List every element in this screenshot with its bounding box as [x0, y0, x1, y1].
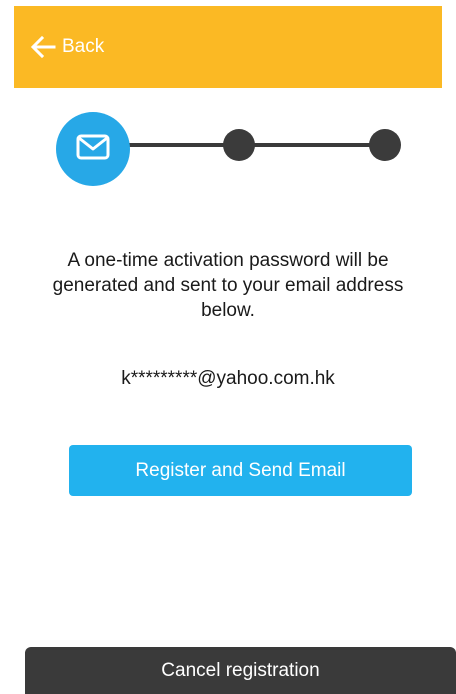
- arrow-left-icon: [30, 34, 56, 60]
- envelope-icon: [76, 134, 110, 165]
- cancel-registration-button[interactable]: Cancel registration: [25, 647, 456, 694]
- step-1-active: [56, 112, 130, 186]
- back-button[interactable]: Back: [30, 32, 104, 62]
- registration-screen: Back A one-time activation password will…: [0, 0, 456, 694]
- masked-email: k*********@yahoo.com.hk: [121, 368, 335, 389]
- step-2-dot: [223, 129, 255, 161]
- step-3-dot: [369, 129, 401, 161]
- top-app-bar: Back: [14, 6, 442, 88]
- progress-stepper: [56, 112, 408, 186]
- activation-message: A one-time activation password will be g…: [52, 250, 404, 321]
- back-label: Back: [62, 36, 105, 57]
- register-send-email-button[interactable]: Register and Send Email: [69, 445, 412, 496]
